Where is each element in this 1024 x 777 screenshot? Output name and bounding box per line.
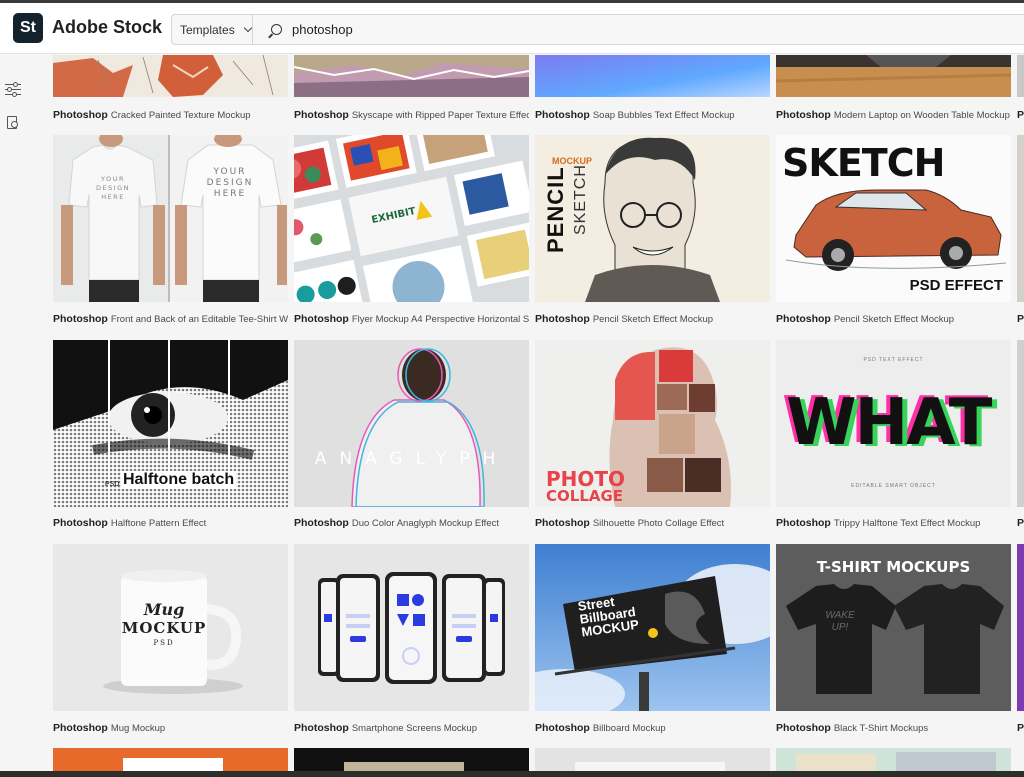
template-thumbnail[interactable] — [294, 748, 529, 771]
template-thumbnail[interactable]: T-SHIRT MOCKUPS WAKE UP! — [776, 544, 1011, 711]
search-input[interactable]: photoshop — [292, 22, 353, 37]
template-thumbnail[interactable]: Street Billboard MOCKUP — [535, 544, 770, 711]
tee-front-text: YOUR DESIGN HERE — [95, 175, 131, 201]
brand-name[interactable]: Adobe Stock — [52, 17, 162, 38]
left-rail — [0, 55, 33, 771]
art-tag: PSD — [105, 481, 120, 488]
visual-search-icon[interactable] — [5, 115, 21, 131]
template-caption: Photoshop Pencil Sketch Effect Mockup — [535, 313, 714, 325]
art-headline: Halftone batch — [121, 471, 237, 489]
template-thumbnail[interactable]: ANAGLYPH — [294, 340, 529, 507]
art-headline: PHOTO COLLAGE — [546, 467, 626, 505]
art-shirt-text: WAKE UP! — [825, 610, 855, 633]
template-caption: P — [1017, 517, 1024, 529]
template-thumbnail[interactable]: SKETCH PSD EFFECT — [776, 135, 1011, 302]
template-caption: Photoshop Pencil Sketch Effect Mockup — [776, 313, 955, 325]
filter-icon[interactable] — [5, 81, 21, 97]
art-side-text: SKETCH — [572, 164, 589, 235]
art-headline: Mug MOCKUP PSD — [121, 600, 207, 647]
art-headline: PENCIL — [543, 166, 568, 253]
template-thumbnail[interactable] — [1017, 544, 1024, 711]
art-headline: WHAT — [786, 386, 992, 460]
template-caption: Photoshop Skyscape with Ripped Paper Text… — [294, 109, 529, 121]
art-headline: ANAGLYPH — [314, 449, 509, 469]
template-caption: Photoshop Flyer Mockup A4 Perspective Hor… — [294, 313, 529, 325]
template-thumbnail[interactable]: PSD Halftone batch — [53, 340, 288, 507]
template-caption: P — [1017, 109, 1024, 121]
template-thumbnail[interactable] — [53, 748, 288, 771]
template-caption: P — [1017, 313, 1024, 325]
template-thumbnail[interactable]: YOUR DESIGN HERE YOUR DESIGN HERE — [53, 135, 288, 302]
art-headline: Street Billboard MOCKUP — [576, 593, 640, 640]
template-caption: Photoshop Halftone Pattern Effect — [53, 517, 207, 529]
art-headline: SKETCH — [782, 141, 945, 185]
template-thumbnail[interactable] — [294, 544, 529, 711]
stock-logo[interactable]: St — [13, 13, 43, 43]
top-header: St Adobe Stock Templates photoshop — [0, 3, 1024, 54]
chevron-down-icon — [243, 23, 252, 33]
template-thumbnail[interactable]: EXHIBIT — [294, 135, 529, 302]
template-caption: Photoshop Mug Mockup — [53, 722, 166, 734]
template-thumbnail[interactable]: MOCKUP PENCIL SKETCH — [535, 135, 770, 302]
template-thumbnail[interactable] — [294, 55, 529, 97]
art-subline: EDITABLE SMART OBJECT — [851, 483, 936, 489]
template-caption: Photoshop Billboard Mockup — [535, 722, 666, 734]
art-headline: T-SHIRT MOCKUPS — [816, 558, 971, 576]
search-icon[interactable] — [271, 24, 282, 35]
art-tag: PSD TEXT EFFECT — [863, 357, 924, 363]
asset-type-dropdown[interactable]: Templates — [172, 15, 253, 44]
template-caption: Photoshop Front and Back of an Editable T… — [53, 313, 288, 325]
tee-back-text: YOUR DESIGN HERE — [206, 167, 254, 199]
template-caption: Photoshop Modern Laptop on Wooden Table M… — [776, 109, 1010, 121]
template-caption: Photoshop Smartphone Screens Mockup — [294, 722, 477, 734]
app-window: St Adobe Stock Templates photoshop Photo… — [0, 0, 1024, 777]
template-thumbnail[interactable] — [776, 55, 1011, 97]
art-subline: PSD EFFECT — [909, 277, 1003, 294]
template-thumbnail[interactable] — [535, 55, 770, 97]
template-thumbnail[interactable] — [776, 748, 1011, 771]
asset-type-label: Templates — [180, 22, 235, 37]
template-caption: Photoshop Black T-Shirt Mockups — [776, 722, 929, 734]
template-thumbnail[interactable]: PSD TEXT EFFECT WHAT WHAT WHAT EDITABLE … — [776, 340, 1011, 507]
template-thumbnail[interactable] — [535, 748, 770, 771]
template-caption: P — [1017, 722, 1024, 734]
template-thumbnail[interactable]: PHOTO COLLAGE — [535, 340, 770, 507]
template-caption: Photoshop Duo Color Anaglyph Mockup Effec… — [294, 517, 499, 529]
search-bar: Templates photoshop — [171, 14, 1024, 45]
template-caption: Photoshop Silhouette Photo Collage Effect — [535, 517, 725, 529]
template-thumbnail[interactable] — [1017, 340, 1024, 507]
template-caption: Photoshop Trippy Halftone Text Effect Moc… — [776, 517, 981, 529]
template-thumbnail[interactable]: Mug MOCKUP PSD — [53, 544, 288, 711]
template-thumbnail[interactable] — [1017, 135, 1024, 302]
template-thumbnail[interactable] — [1017, 55, 1024, 97]
template-thumbnail[interactable] — [53, 55, 288, 97]
template-caption: Photoshop Soap Bubbles Text Effect Mockup — [535, 109, 735, 121]
template-caption: Photoshop Cracked Painted Texture Mockup — [53, 109, 251, 121]
